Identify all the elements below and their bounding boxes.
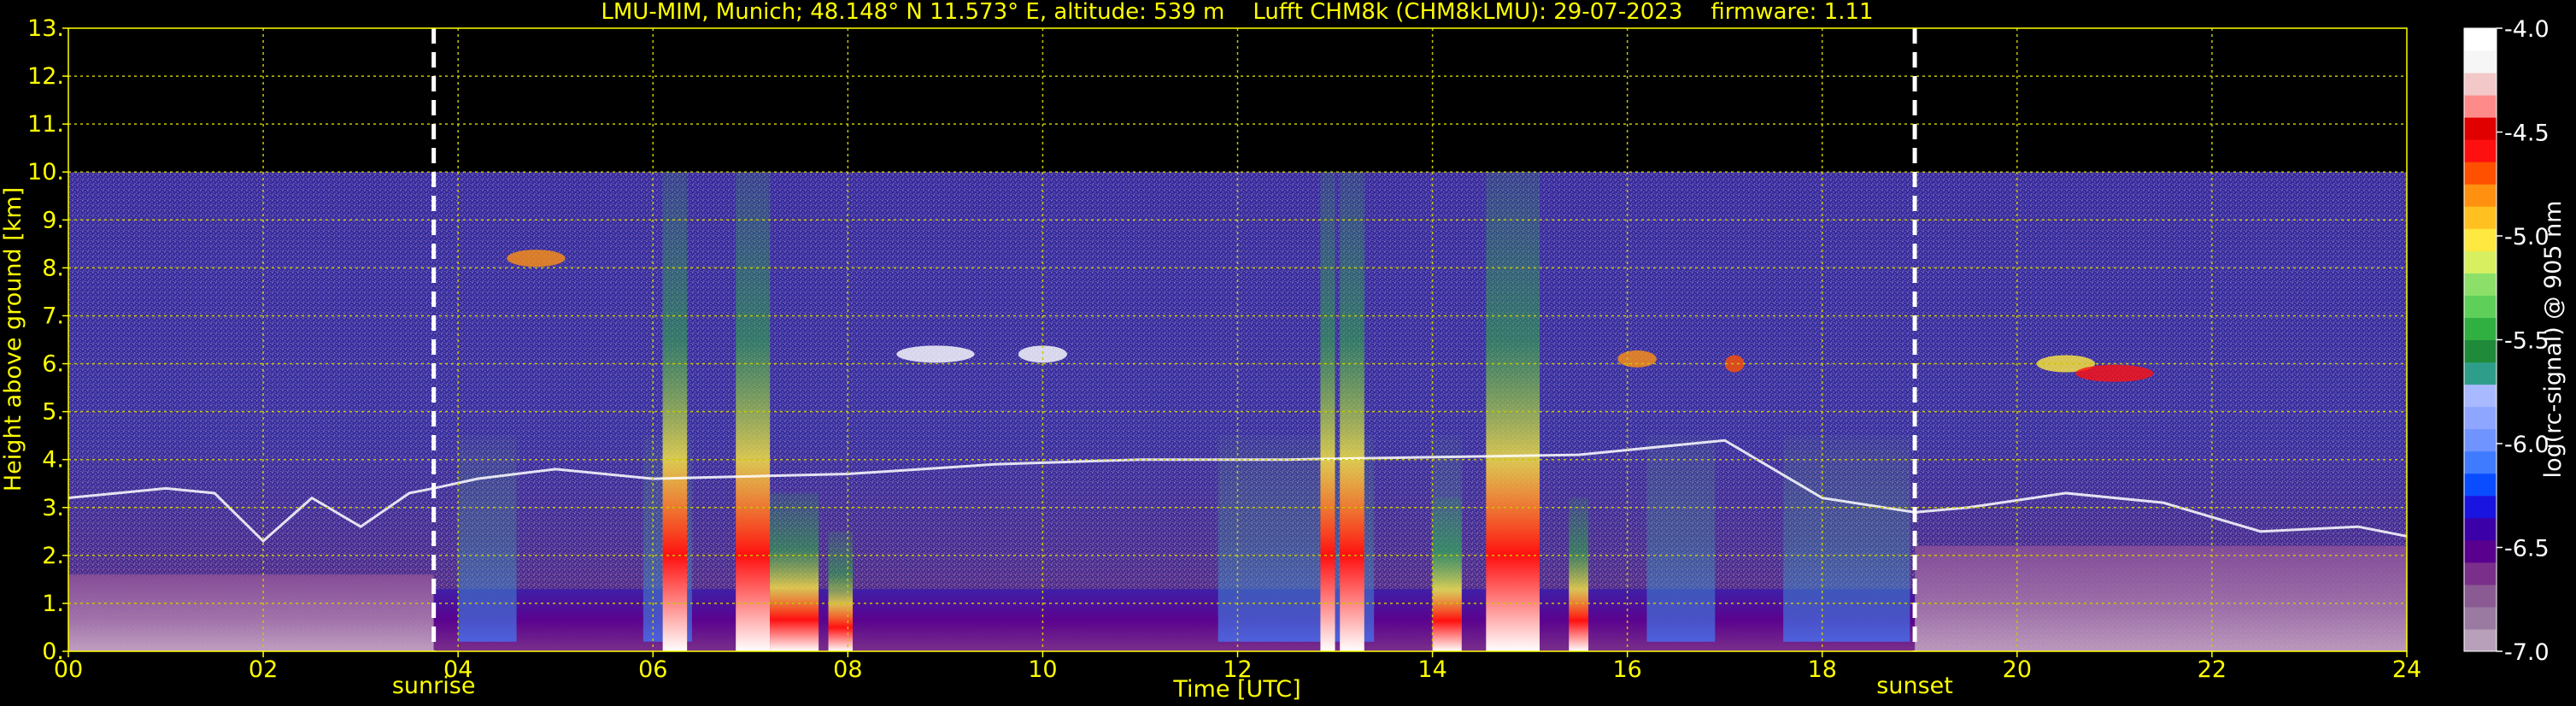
chart-title: LMU-MIM, Munich; 48.148° N 11.573° E, al… [601,0,1873,25]
x-axis-label: Time [UTC] [1172,676,1300,703]
colorbar-segment [2464,584,2497,608]
elevated-cloud [896,345,975,363]
y-tick-label: 6. [42,351,64,378]
y-tick-label: 3. [42,495,64,521]
colorbar-segment [2464,295,2497,318]
colorbar-segment [2464,95,2497,118]
colorbar-tick-label: -6.5 [2504,536,2550,562]
x-tick-label: 06 [638,656,667,683]
colorbar-segment [2464,73,2497,96]
rain-streak [1569,497,1589,651]
y-tick-label: 8. [42,255,64,281]
colorbar-segment [2464,495,2497,519]
rain-streak [770,492,819,651]
x-tick-label: 14 [1417,656,1446,683]
y-tick-label: 9. [42,207,64,233]
rain-streak [1432,497,1462,651]
colorbar-segment [2464,517,2497,541]
ceilometer-chart: sunrise sunset 00 02 04 06 08 10 12 14 16 18 20 22 24… [0,0,2576,706]
x-tick-label: 10 [1028,656,1057,683]
colorbar-segment [2464,273,2497,296]
colorbar-segment [2464,250,2497,274]
colorbar-segment [2464,384,2497,408]
colorbar-segment [2464,539,2497,563]
colorbar-segment [2464,184,2497,207]
colorbar-segment [2464,628,2497,652]
colorbar-segment [2464,339,2497,363]
y-tick-label: 0. [42,638,64,665]
y-tick-label: 13. [27,15,64,42]
colorbar-segment [2464,428,2497,452]
x-tick-label: 20 [2003,656,2032,683]
colorbar-segment [2464,362,2497,385]
colorbar-segment [2464,450,2497,474]
evening-boundary-layer [1915,545,2407,651]
rain-streak [828,531,854,651]
x-tick-label: 16 [1612,656,1641,683]
haze-region [1783,435,1910,642]
colorbar-label: log(rc-signal) @ 905 nm [2540,201,2567,479]
colorbar-segment [2464,317,2497,340]
y-tick-label: 10. [27,159,64,185]
colorbar-segment [2464,406,2497,430]
y-tick-label: 7. [42,303,64,329]
haze-region [458,435,517,642]
colorbar-segment [2464,50,2497,74]
y-tick-label: 12. [27,63,64,90]
colorbar-segment [2464,162,2497,185]
y-tick-label: 5. [42,399,64,426]
colorbar-segment [2464,562,2497,585]
x-tick-label: 22 [2198,656,2227,683]
colorbar-segment [2464,473,2497,497]
colorbar-segment [2464,139,2497,162]
elevated-cloud [2075,364,2154,382]
y-tick-label: 11. [27,111,64,138]
elevated-cloud [1724,355,1745,373]
elevated-cloud [1018,345,1067,363]
y-tick-label: 4. [42,447,64,474]
y-axis-label: Height above ground [km] [0,187,26,491]
colorbar-segment [2464,28,2497,51]
x-tick-label: 24 [2392,656,2421,683]
colorbar-segment [2464,606,2497,630]
colorbar-segment [2464,228,2497,251]
haze-region [1646,435,1716,642]
rain-streak [736,172,771,651]
y-tick-label: 1. [42,591,64,617]
sunset-label: sunset [1876,673,1953,699]
colorbar-segment [2464,206,2497,229]
x-tick-label: 02 [249,656,278,683]
x-tick-label: 04 [443,656,472,683]
elevated-cloud [1617,350,1657,368]
chart-svg: sunrise sunset 00 02 04 06 08 10 12 14 16 18 20 22 24… [0,0,2567,703]
colorbar-tick-label: -7.0 [2504,639,2550,666]
colorbar-segment [2464,117,2497,140]
y-tick-label: 2. [42,543,64,569]
colorbar-tick-label: -4.5 [2504,121,2550,147]
night-boundary-layer [68,574,434,651]
x-tick-label: 08 [833,656,862,683]
colorbar-tick-label: -4.0 [2504,16,2550,43]
elevated-cloud [507,250,566,268]
x-tick-label: 18 [1808,656,1837,683]
colorbar: -4.0-4.5-5.0-5.5-6.0-6.5-7.0 [2463,16,2550,666]
